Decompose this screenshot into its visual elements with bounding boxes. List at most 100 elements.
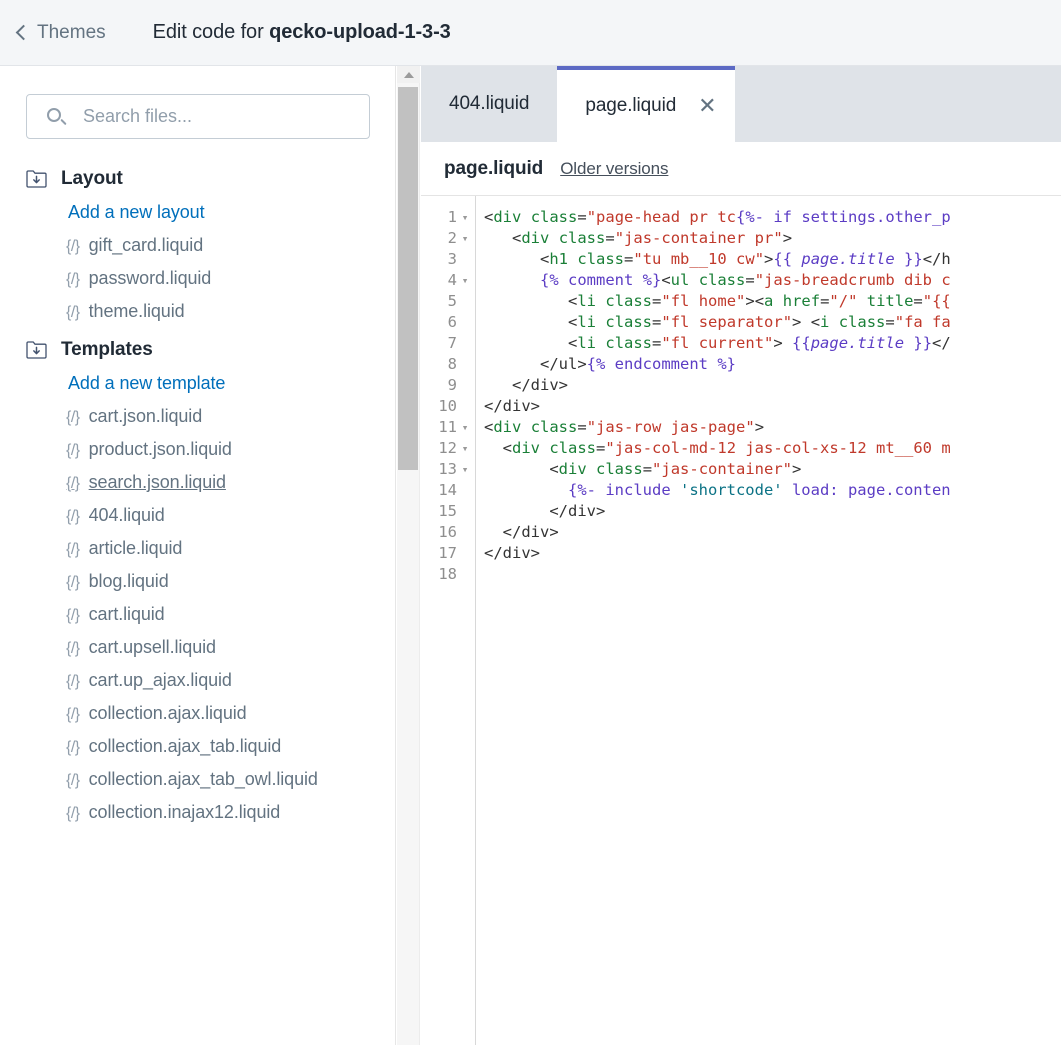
liquid-file-icon: {/} [66,574,80,592]
code-token [484,376,512,394]
line-number: 1▾ [421,207,475,228]
file-item[interactable]: {/}gift_card.liquid [0,229,395,262]
file-item[interactable]: {/}cart.liquid [0,598,395,631]
code-token: div [493,208,521,226]
line-number: 11▾ [421,417,475,438]
code-line: <li class="fl home"><a href="/" title="{… [484,291,1061,312]
code-token: "jas-breadcrumb dib c [755,271,951,289]
close-icon[interactable]: ✕ [698,95,716,117]
fold-toggle-icon[interactable]: ▾ [459,228,471,249]
file-item[interactable]: {/}collection.ajax_tab.liquid [0,730,395,763]
fold-toggle-icon[interactable]: ▾ [459,438,471,459]
file-name: cart.up_ajax.liquid [89,670,232,691]
liquid-file-icon: {/} [66,442,80,460]
editor-tab-bar: 404.liquid page.liquid ✕ [421,66,1061,142]
line-number: 16 [421,522,475,543]
code-line: <li class="fl current"> {{page.title }}<… [484,333,1061,354]
code-token [484,481,568,499]
file-item[interactable]: {/}cart.json.liquid [0,400,395,433]
file-name: product.json.liquid [89,439,232,460]
code-token: = [577,418,586,436]
code-token: page.title [811,334,904,352]
code-content[interactable]: <div class="page-head pr tc{%- if settin… [476,196,1061,1045]
code-token: > [764,250,773,268]
code-line: <div class="jas-row jas-page"> [484,417,1061,438]
folder-templates[interactable]: Templates [0,333,395,367]
editor-tab-404-liquid[interactable]: 404.liquid [421,66,557,142]
code-token: li [577,313,596,331]
fold-toggle-icon[interactable]: ▾ [459,207,471,228]
code-token: class [605,313,652,331]
code-token [857,292,866,310]
file-item[interactable]: {/}collection.ajax.liquid [0,697,395,730]
file-item[interactable]: {/}collection.inajax12.liquid [0,796,395,829]
editor-tab-page-liquid[interactable]: page.liquid ✕ [557,66,734,142]
file-name: theme.liquid [89,301,185,322]
code-line: <li class="fl separator"> <i class="fa f… [484,312,1061,333]
code-token: }} [895,250,923,268]
file-item[interactable]: {/}cart.upsell.liquid [0,631,395,664]
file-item[interactable]: {/}search.json.liquid [0,466,395,499]
line-number: 3 [421,249,475,270]
file-item[interactable]: {/}password.liquid [0,262,395,295]
editor-vertical-scrollbar[interactable] [397,66,420,1045]
scrollbar-up-button[interactable] [397,66,420,83]
code-token: </ [932,334,951,352]
code-token [484,250,540,268]
file-item[interactable]: {/}collection.ajax_tab_owl.liquid [0,763,395,796]
code-token [484,313,568,331]
search-files-box[interactable] [26,94,370,139]
file-item[interactable]: {/}article.liquid [0,532,395,565]
code-token: "fl separator" [661,313,792,331]
scrollbar-thumb[interactable] [398,87,418,470]
code-token [549,229,558,247]
code-editor[interactable]: 1▾2▾34▾567891011▾12▾13▾1415161718 <div c… [421,196,1061,1045]
liquid-file-icon: {/} [66,706,80,724]
line-number: 17 [421,543,475,564]
file-item[interactable]: {/} theme.liquid [0,295,395,328]
code-token: {{ [773,250,801,268]
code-token: > [755,418,764,436]
code-token: = [596,439,605,457]
code-token: = [643,460,652,478]
editor-tab-label: page.liquid [585,95,676,117]
code-token [484,439,503,457]
fold-toggle-icon[interactable]: ▾ [459,417,471,438]
code-token: {%- if settings.other_p [736,208,951,226]
back-to-themes-link[interactable]: Themes [18,22,106,44]
code-token: < [568,334,577,352]
code-token: class [699,271,746,289]
line-number: 9 [421,375,475,396]
fold-toggle-icon[interactable]: ▾ [459,459,471,480]
file-item[interactable]: {/}blog.liquid [0,565,395,598]
folder-layout[interactable]: Layout [0,162,395,196]
code-token: < [549,460,558,478]
code-token: </ul> [540,355,587,373]
code-token: >< [745,292,764,310]
folder-down-icon [26,341,47,359]
older-versions-link[interactable]: Older versions [560,159,668,179]
code-token [596,313,605,331]
code-line: <div class="jas-container pr"> [484,228,1061,249]
code-line: <div class="jas-container"> [484,459,1061,480]
line-number: 7 [421,333,475,354]
liquid-file-icon: {/} [66,640,80,658]
code-token: li [577,334,596,352]
fold-toggle-icon[interactable]: ▾ [459,270,471,291]
search-files-input[interactable] [27,96,369,137]
file-item[interactable]: {/} product.json.liquid [0,433,395,466]
liquid-file-icon: {/} [66,607,80,625]
code-token [484,292,568,310]
add-new-template-link[interactable]: Add a new template [0,367,395,400]
code-token: ul [671,271,690,289]
page-header: Themes Edit code for qecko-upload-1-3-3 [0,0,1061,66]
code-token [587,460,596,478]
liquid-file-icon: {/} [66,304,80,322]
code-token: = [885,313,894,331]
file-item[interactable]: {/}cart.up_ajax.liquid [0,664,395,697]
file-item[interactable]: {/}404.liquid [0,499,395,532]
code-token: class [531,208,578,226]
code-token [484,271,540,289]
add-new-layout-link[interactable]: Add a new layout [0,196,395,229]
theme-name: qecko-upload-1-3-3 [269,21,451,43]
